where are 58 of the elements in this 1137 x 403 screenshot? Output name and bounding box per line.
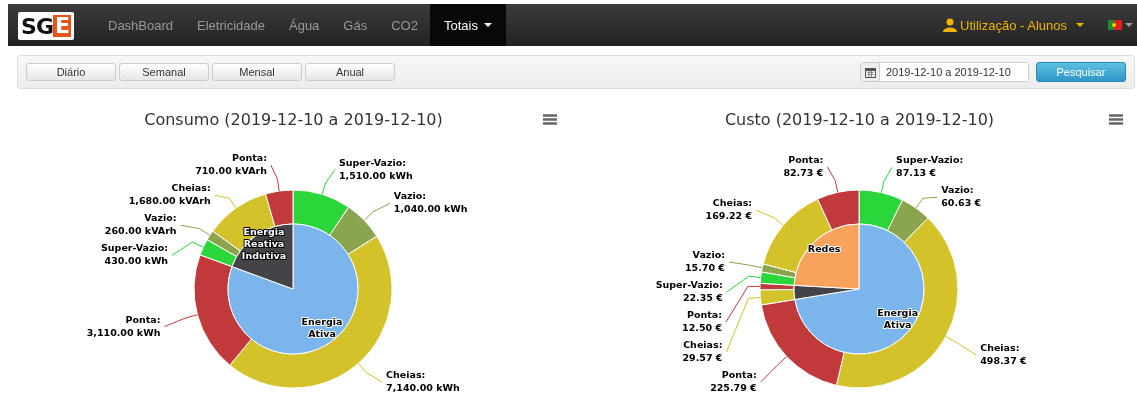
leader-line [321, 169, 336, 195]
data-label: Vazio: 60.63 € [941, 184, 982, 209]
nav-tab[interactable]: DashBoard [96, 4, 186, 46]
data-label: Vazio: 15.70 € [685, 249, 725, 273]
leader-line [214, 194, 237, 209]
caret-icon [1076, 23, 1084, 27]
leader-line [755, 209, 784, 226]
data-label: Cheias: 169.22 € [705, 197, 753, 222]
chart-title: Custo (2019-12-10 a 2019-12-10) [724, 109, 995, 129]
data-label: Cheias: 1,680.00 kVArh [128, 182, 211, 207]
leader-line [163, 314, 198, 328]
menu-icon[interactable] [1109, 113, 1123, 125]
data-label: Cheias: 29.57 € [682, 339, 723, 363]
menu-icon[interactable] [543, 113, 557, 125]
nav-tab[interactable]: Eletricidade [185, 4, 277, 46]
slice-label: Energia Ativa [301, 315, 343, 339]
logo[interactable]: SGE [18, 12, 74, 40]
leader-line [826, 166, 839, 193]
leader-line [363, 202, 391, 221]
user-menu[interactable]: Utilização - Alunos [933, 4, 1094, 46]
data-label: Vazio: 1,040.00 kWh [393, 190, 468, 215]
slice-label: Energia Ativa [877, 306, 919, 330]
nav-tab[interactable]: Totais [429, 4, 506, 46]
data-label: Super-Vazio: 22.35 € [655, 279, 723, 303]
data-label: Ponta: 82.73 € [783, 154, 824, 178]
nav-tab[interactable]: CO2 [379, 4, 430, 46]
data-label: Ponta: 225.79 € [710, 369, 757, 393]
data-label: Cheias: 498.37 € [980, 341, 1027, 366]
period-button[interactable]: Anual [305, 63, 395, 81]
caret-icon [1125, 23, 1133, 27]
nav-tab[interactable]: Gás [331, 4, 380, 46]
data-label: Vazio: 260.00 kVArh [104, 212, 177, 237]
date-range-field[interactable]: 2019-12-10 a 2019-12-10 [860, 62, 1029, 82]
period-button[interactable]: Mensal [212, 63, 302, 81]
user-icon [943, 18, 958, 32]
nav-tab[interactable]: Água [277, 4, 332, 46]
calendar-icon [861, 63, 880, 81]
chart-title: Consumo (2019-12-10 a 2019-12-10) [144, 109, 443, 129]
leader-line [945, 336, 977, 356]
data-label: Ponta: 3,110.00 kWh [86, 313, 161, 338]
data-label: Ponta: 12.50 € [682, 309, 723, 333]
period-button[interactable]: Semanal [119, 63, 209, 81]
leader-line [180, 224, 211, 236]
data-label: Super-Vazio: 430.00 kWh [101, 242, 169, 267]
leader-line [357, 362, 383, 383]
data-label: Ponta: 710.00 kVArh [195, 152, 267, 177]
leader-line [270, 164, 280, 192]
data-label: Super-Vazio: 1,510.00 kWh [338, 156, 413, 181]
leader-line [728, 261, 763, 269]
data-label: Super-Vazio: 87.13 € [896, 154, 964, 179]
leader-line [915, 196, 938, 209]
data-label: Cheias: 7,140.00 kWh [386, 369, 460, 393]
slice-label: Redes [807, 243, 841, 255]
flag-icon [1108, 20, 1122, 30]
leader-line [171, 241, 204, 256]
leader-line [760, 356, 788, 383]
leader-line [880, 166, 893, 194]
period-button[interactable]: Diário [26, 63, 116, 81]
